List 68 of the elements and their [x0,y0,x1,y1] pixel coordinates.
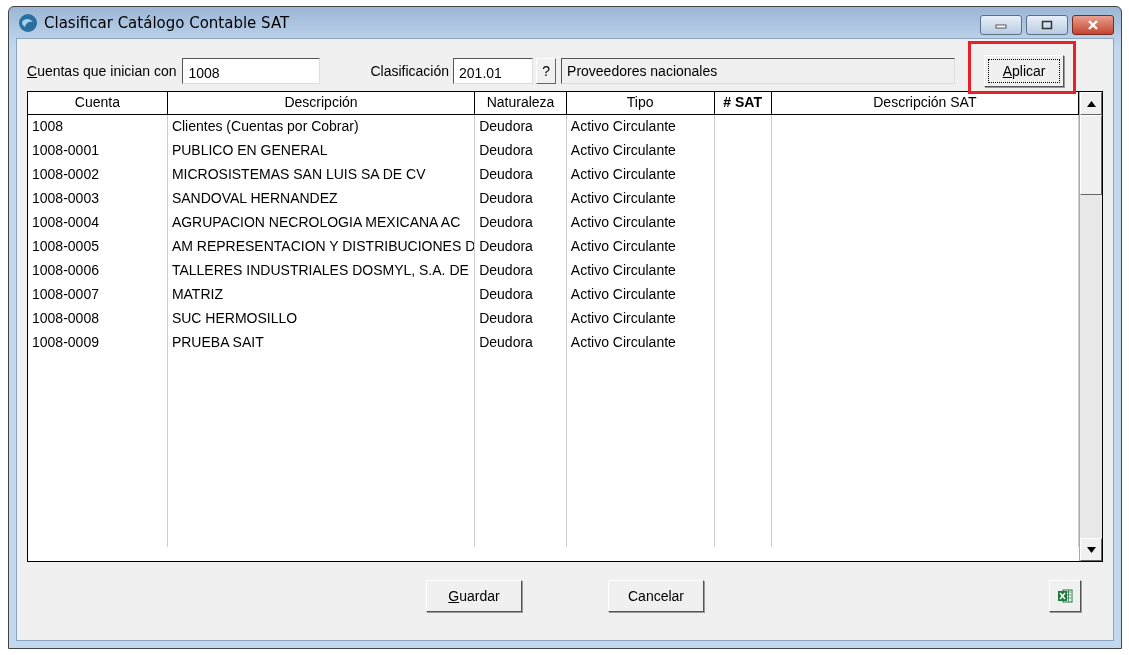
table-cell: Deudora [475,187,567,211]
table-cell: 1008-0004 [28,211,168,235]
table-cell: AGRUPACION NECROLOGIA MEXICANA AC [167,211,476,235]
table-cell: PUBLICO EN GENERAL [167,139,476,163]
table-cell: AM REPRESENTACION Y DISTRIBUCIONES D [167,235,476,259]
filter-label: Cuentas que inician con [27,63,177,79]
table-cell: MICROSISTEMAS SAN LUIS SA DE CV [167,163,476,187]
scroll-down-icon [1086,546,1096,553]
table-cell: Activo Circulante [566,331,715,355]
close-button[interactable] [1072,15,1114,35]
filter-input[interactable]: 1008 [182,58,321,84]
table-cell: Deudora [475,283,567,307]
classification-input[interactable]: 201.01 [453,58,534,84]
column-header[interactable]: Naturaleza [475,92,567,114]
table-cell: Clientes (Cuentas por Cobrar) [167,115,476,139]
table-cell: Activo Circulante [566,259,715,283]
table-cell: Deudora [475,235,567,259]
close-icon [1086,20,1100,30]
maximize-icon [1041,20,1053,30]
table-cell: Deudora [475,211,567,235]
classification-label: Clasificación [370,63,450,79]
spreadsheet-icon [1057,588,1073,604]
table-cell: Deudora [475,259,567,283]
table-cell: Deudora [475,331,567,355]
table-cell: Activo Circulante [566,187,715,211]
window-title: Clasificar Catálogo Contable SAT [44,13,290,32]
classification-description-field: Proveedores nacionales [561,58,956,84]
table-cell: Activo Circulante [566,115,715,139]
table-cell: Deudora [475,139,567,163]
table-cell: Activo Circulante [566,211,715,235]
table-cell: SANDOVAL HERNANDEZ [167,187,476,211]
table-cell: SUC HERMOSILLO [167,307,476,331]
table-cell: Activo Circulante [566,163,715,187]
table-cell: 1008 [28,115,168,139]
table-cell: 1008-0003 [28,187,168,211]
table-cell: 1008-0008 [28,307,168,331]
cancel-button[interactable]: Cancelar [608,580,704,612]
table-cell: Deudora [475,307,567,331]
maximize-button[interactable] [1026,15,1068,35]
apply-button[interactable]: Aplicar [984,55,1065,87]
table-cell: 1008-0001 [28,139,168,163]
app-logo-icon [18,12,38,33]
column-header[interactable]: Tipo [566,92,715,114]
table-cell: 1008-0002 [28,163,168,187]
vertical-scrollbar[interactable] [1079,92,1102,561]
scroll-thumb[interactable] [1080,115,1102,195]
column-header[interactable]: # SAT [714,92,772,114]
minimize-icon [995,21,1007,29]
table-cell: 1008-0006 [28,259,168,283]
table-cell: 1008-0009 [28,331,168,355]
save-button[interactable]: Guardar [426,580,522,612]
help-button[interactable]: ? [536,58,557,84]
table-cell: PRUEBA SAIT [167,331,476,355]
table-cell: TALLERES INDUSTRIALES DOSMYL, S.A. DE [167,259,476,283]
table-cell: Activo Circulante [566,283,715,307]
table-cell: 1008-0007 [28,283,168,307]
excel-export-button[interactable] [1049,580,1081,612]
table-cell: Activo Circulante [566,139,715,163]
minimize-button[interactable] [980,15,1022,35]
table-cell: MATRIZ [167,283,476,307]
column-header[interactable]: Cuenta [28,92,168,114]
table-cell: Activo Circulante [566,307,715,331]
scroll-up-icon [1086,100,1096,107]
table-cell: 1008-0005 [28,235,168,259]
column-header[interactable]: Descripción [167,92,476,114]
table-cell: Deudora [475,163,567,187]
table-cell: Deudora [475,115,567,139]
table-cell: Activo Circulante [566,235,715,259]
